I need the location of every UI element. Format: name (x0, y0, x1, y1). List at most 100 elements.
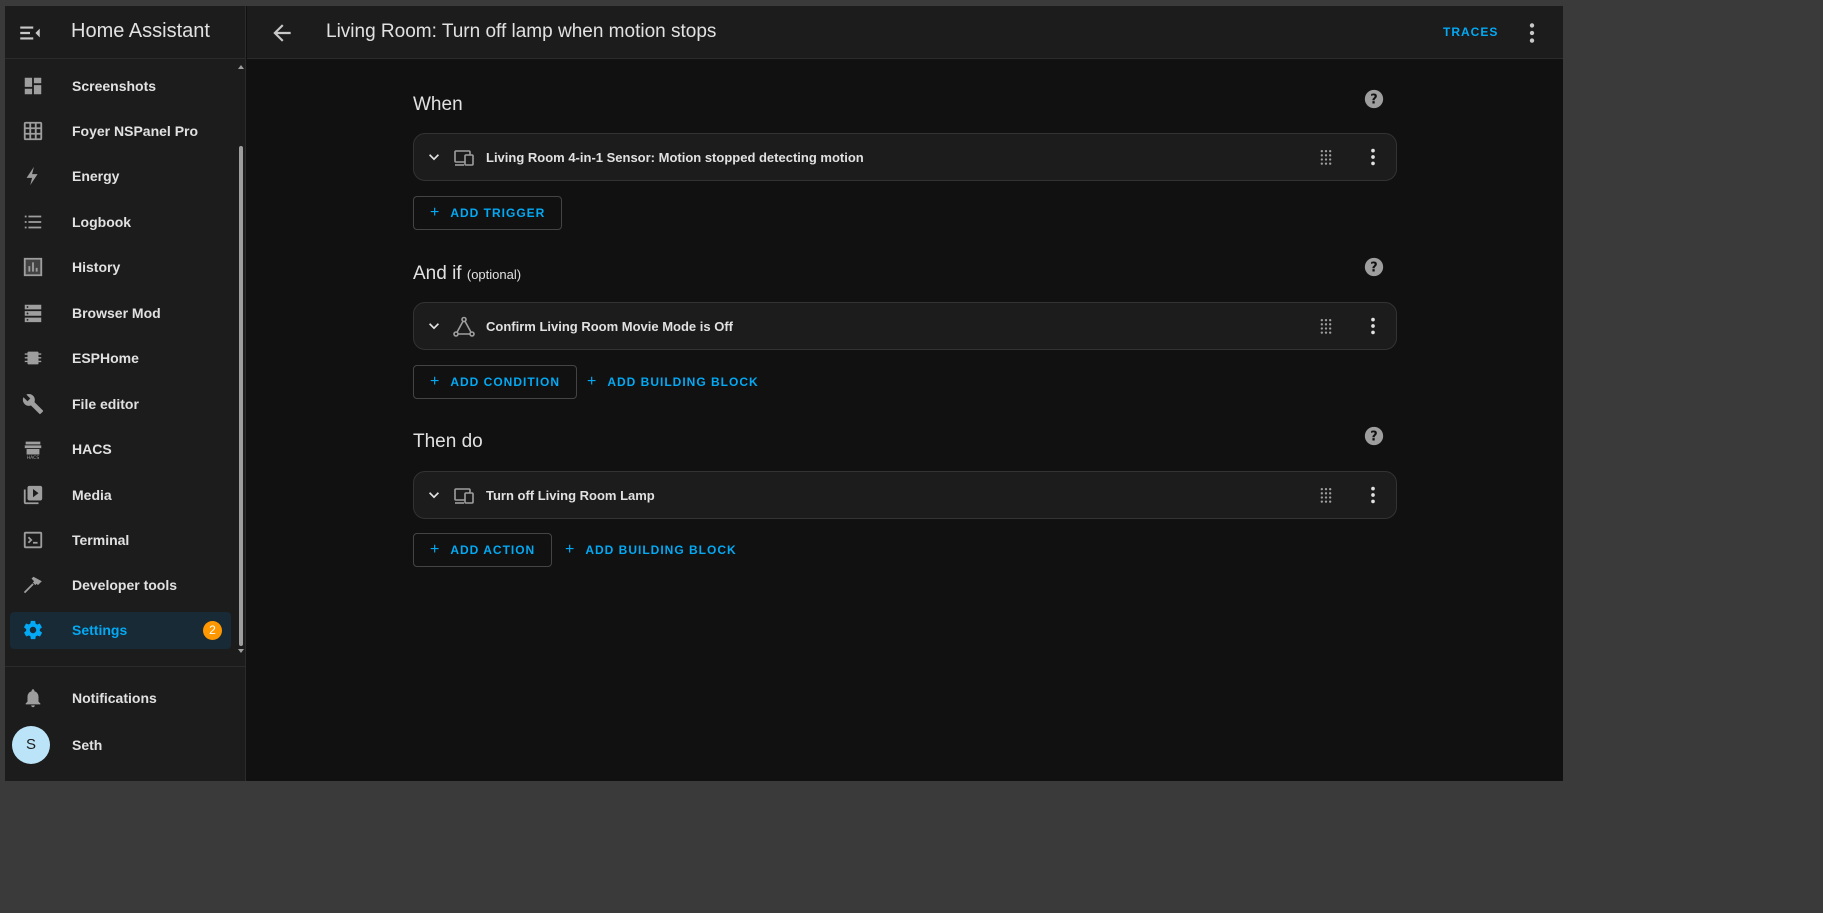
sidebar-scrollbar-thumb[interactable] (239, 146, 243, 646)
trigger-card[interactable]: Living Room 4-in-1 Sensor: Motion stoppe… (413, 133, 1397, 181)
back-arrow-icon[interactable] (269, 20, 295, 46)
sidebar-item-browser-mod[interactable]: Browser Mod (10, 295, 231, 332)
plus-icon: + (430, 204, 441, 221)
add-building-block-button[interactable]: + ADD BUILDING BLOCK (561, 533, 741, 567)
devices-icon (452, 484, 476, 508)
action-description: Turn off Living Room Lamp (486, 488, 655, 503)
scroll-down-arrow-icon[interactable] (238, 648, 244, 654)
scroll-up-arrow-icon[interactable] (238, 64, 244, 70)
sidebar-item-label: HACS (72, 441, 112, 457)
sidebar-item-esphome[interactable]: ESPHome (10, 340, 231, 377)
plus-icon: + (565, 541, 576, 558)
more-vert-icon[interactable] (1362, 146, 1384, 168)
drag-handle-icon[interactable] (1316, 485, 1336, 505)
table-icon (22, 120, 44, 142)
list-icon (22, 211, 44, 233)
add-building-block-label: ADD BUILDING BLOCK (607, 375, 759, 389)
app-title: Home Assistant (71, 20, 210, 42)
server-icon (22, 302, 44, 324)
top-app-bar: Living Room: Turn off lamp when motion s… (247, 6, 1563, 59)
wrench-icon (22, 393, 44, 415)
and-if-section-title: And if (optional) (413, 263, 521, 285)
sidebar-item-label: Energy (72, 168, 120, 184)
sidebar-item-logbook[interactable]: Logbook (10, 204, 231, 241)
chart-box-icon (22, 256, 44, 278)
action-card[interactable]: Turn off Living Room Lamp (413, 471, 1397, 519)
add-action-label: ADD ACTION (450, 543, 536, 557)
trigger-description: Living Room 4-in-1 Sensor: Motion stoppe… (486, 150, 864, 165)
sidebar-scrollbar[interactable] (238, 64, 244, 654)
play-box-icon (22, 484, 44, 506)
more-vert-icon[interactable] (1519, 20, 1545, 46)
then-do-section-title: Then do (413, 431, 483, 452)
and-if-title-text: And if (413, 263, 462, 284)
hacs-icon: HACS (22, 438, 44, 461)
menu-collapse-icon[interactable] (17, 20, 43, 46)
sidebar-item-settings[interactable]: Settings 2 (10, 612, 231, 649)
sidebar-item-history[interactable]: History (10, 249, 231, 286)
avatar: S (12, 726, 50, 764)
user-name: Seth (72, 737, 103, 753)
state-graph-icon (452, 315, 476, 339)
help-icon[interactable]: ? (1363, 425, 1385, 447)
sidebar-header: Home Assistant (5, 6, 246, 59)
svg-text:?: ? (1370, 430, 1377, 445)
chevron-down-icon[interactable] (424, 147, 444, 167)
automation-editor: When ? Living Room 4-in-1 Sensor: Motion… (247, 59, 1563, 781)
devices-icon (452, 146, 476, 170)
sidebar-item-hacs[interactable]: HACS HACS (10, 431, 231, 468)
sidebar-item-label: Developer tools (72, 577, 178, 593)
hammer-icon (22, 574, 44, 596)
help-icon[interactable]: ? (1363, 88, 1385, 110)
optional-hint: (optional) (466, 267, 522, 282)
chevron-down-icon[interactable] (424, 316, 444, 336)
add-trigger-label: ADD TRIGGER (450, 206, 546, 220)
chip-icon (22, 347, 44, 369)
sidebar-item-label: Screenshots (72, 78, 157, 94)
page-title: Living Room: Turn off lamp when motion s… (326, 21, 717, 42)
console-icon (22, 529, 44, 551)
traces-button[interactable]: TRACES (1443, 25, 1498, 39)
svg-text:?: ? (1370, 261, 1377, 276)
plus-icon: + (430, 373, 441, 390)
add-condition-button[interactable]: + ADD CONDITION (413, 365, 578, 399)
sidebar-nav-list: Screenshots Foyer NSPanel Pro Energy Log… (5, 59, 246, 659)
add-building-block-button[interactable]: + ADD BUILDING BLOCK (583, 365, 763, 399)
gear-icon (22, 619, 44, 641)
sidebar-item-screenshots[interactable]: Screenshots (10, 68, 231, 105)
drag-handle-icon[interactable] (1316, 316, 1336, 336)
help-icon[interactable]: ? (1363, 256, 1385, 278)
svg-text:HACS: HACS (27, 455, 40, 460)
add-condition-label: ADD CONDITION (450, 375, 561, 389)
sidebar-item-label: Settings (72, 622, 128, 638)
sidebar-item-developer-tools[interactable]: Developer tools (10, 567, 231, 604)
sidebar-item-file-editor[interactable]: File editor (10, 386, 231, 423)
sidebar: Home Assistant Screenshots Foyer NSPanel… (5, 6, 246, 781)
svg-text:?: ? (1370, 93, 1377, 108)
sidebar-item-foyer-nspanel-pro[interactable]: Foyer NSPanel Pro (10, 113, 231, 150)
add-trigger-button[interactable]: + ADD TRIGGER (413, 196, 563, 230)
dashboard-icon (22, 75, 44, 97)
sidebar-item-terminal[interactable]: Terminal (10, 522, 231, 559)
sidebar-item-notifications[interactable]: Notifications (10, 680, 231, 717)
chevron-down-icon[interactable] (424, 485, 444, 505)
drag-handle-icon[interactable] (1316, 147, 1336, 167)
sidebar-item-energy[interactable]: Energy (10, 158, 231, 195)
more-vert-icon[interactable] (1362, 484, 1384, 506)
plus-icon: + (430, 541, 441, 558)
add-action-button[interactable]: + ADD ACTION (413, 533, 553, 567)
sidebar-item-label: History (72, 259, 121, 275)
lightning-icon (22, 165, 44, 187)
more-vert-icon[interactable] (1362, 315, 1384, 337)
plus-icon: + (587, 373, 598, 390)
app-window: Home Assistant Screenshots Foyer NSPanel… (5, 6, 1563, 781)
bell-icon (22, 687, 44, 709)
when-section-title: When (413, 94, 463, 115)
notification-badge: 2 (203, 621, 222, 640)
sidebar-item-label: Logbook (72, 214, 132, 230)
sidebar-item-label: ESPHome (72, 350, 139, 366)
condition-card[interactable]: Confirm Living Room Movie Mode is Off (413, 302, 1397, 350)
sidebar-divider (5, 666, 246, 667)
sidebar-item-user[interactable]: S Seth (10, 720, 231, 768)
sidebar-item-media[interactable]: Media (10, 477, 231, 514)
